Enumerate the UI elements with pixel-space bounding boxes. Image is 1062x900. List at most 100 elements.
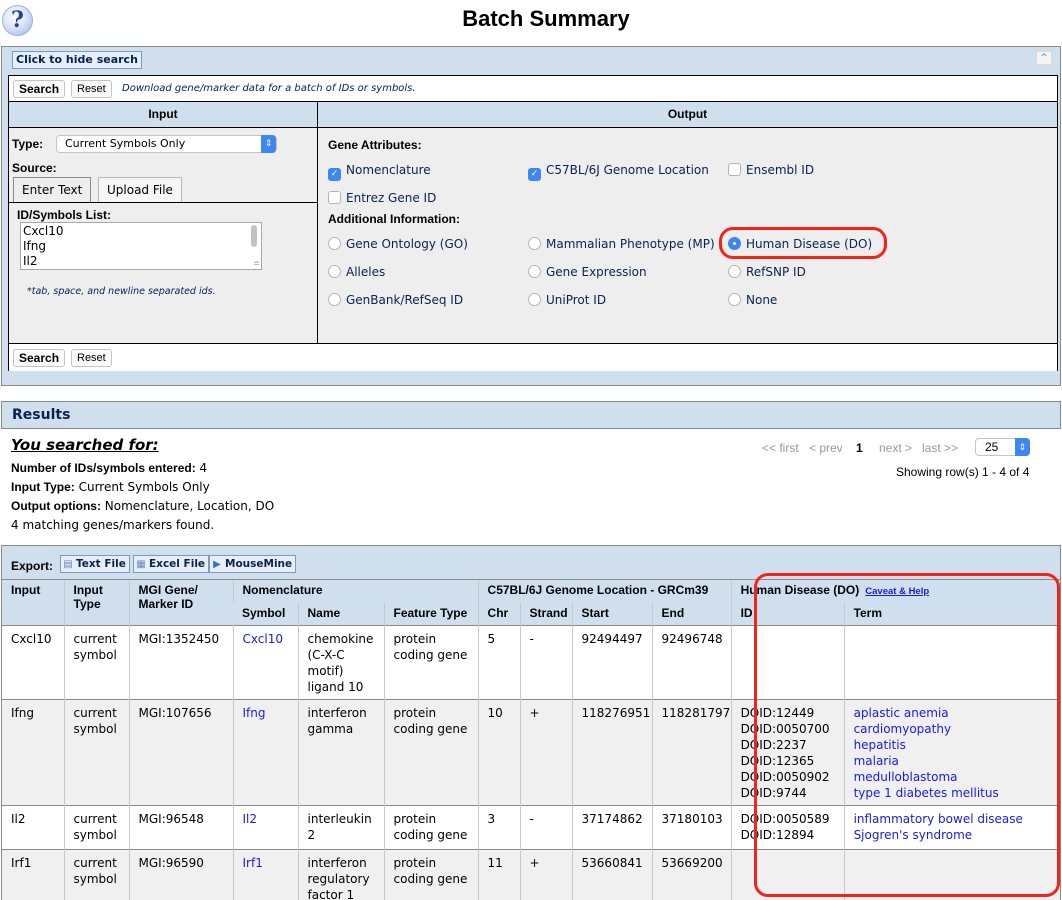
col-strand[interactable]: Strand <box>519 602 573 626</box>
cell-chr: 11 <box>477 849 521 900</box>
export-text-file-button[interactable]: ▤ Text File <box>60 555 130 573</box>
form-description: Download gene/marker data for a batch of… <box>122 83 416 94</box>
select-arrows-icon: ⇕ <box>261 135 276 153</box>
export-mousemine-button[interactable]: ▶ MouseMine <box>209 555 297 573</box>
col-name[interactable]: Name <box>297 602 384 626</box>
option-label: Gene Expression <box>546 265 647 279</box>
summary-value: Nomenclature, Location, DO <box>100 499 275 513</box>
pager-prev[interactable]: < prev <box>809 441 843 455</box>
query-form: Search Reset Download gene/marker data f… <box>8 75 1058 371</box>
text-file-icon: ▤ <box>63 559 73 570</box>
col-chr[interactable]: Chr <box>477 602 521 626</box>
gene-attributes-label: Gene Attributes: <box>328 138 422 152</box>
radio-icon <box>728 265 741 278</box>
cell-end: 37180103 <box>651 805 732 850</box>
input-heading: Input <box>9 102 317 128</box>
export-excel-file-button[interactable]: ▦ Excel File <box>133 555 210 573</box>
symbol-link[interactable]: Il2 <box>243 812 258 826</box>
page-size-select[interactable]: 25 ⇕ <box>975 438 1030 456</box>
cell-start: 118276951 <box>571 699 653 806</box>
radio-uniprot-id[interactable]: UniProt ID <box>528 293 606 307</box>
radio-gene-ontology[interactable]: Gene Ontology (GO) <box>328 237 468 251</box>
cell-start: 37174862 <box>571 805 653 850</box>
excel-file-icon: ▦ <box>136 559 146 570</box>
cell-strand: - <box>519 625 573 700</box>
type-label: Type: <box>12 137 44 151</box>
option-label: Entrez Gene ID <box>346 191 437 205</box>
cell-mgi-id: MGI:107656 <box>128 699 233 806</box>
option-label: Gene Ontology (GO) <box>346 237 468 251</box>
query-footer: Search Reset <box>9 343 1057 371</box>
page-title: Batch Summary <box>462 6 630 31</box>
symbol-link[interactable]: Cxcl10 <box>243 632 283 646</box>
summary-output-options: Output options: Nomenclature, Location, … <box>11 499 274 513</box>
checkbox-checked-icon: ✓ <box>328 168 341 181</box>
input-column: Type: Current Symbols Only ⇕ Source: Ent… <box>9 128 317 343</box>
cell-name: interferon regulatory factor 1 <box>297 849 384 900</box>
radio-icon <box>328 237 341 250</box>
radio-icon <box>528 293 541 306</box>
radio-none[interactable]: None <box>728 293 777 307</box>
source-label: Source: <box>12 161 57 175</box>
col-feature-type[interactable]: Feature Type <box>383 602 479 626</box>
collapse-chevron-up-icon[interactable]: ^ <box>1036 51 1052 65</box>
col-symbol[interactable]: Symbol <box>233 602 298 626</box>
cell-symbol: Il2 <box>232 805 298 850</box>
resize-grip-icon[interactable]: ≏ <box>253 260 260 268</box>
radio-mammalian-phenotype[interactable]: Mammalian Phenotype (MP) <box>528 237 715 251</box>
checkbox-ensembl-id[interactable]: Ensembl ID <box>728 163 814 177</box>
cell-strand: + <box>519 849 573 900</box>
highlight-callout-disease-column <box>754 573 1060 897</box>
additional-info-label: Additional Information: <box>328 212 460 226</box>
cell-symbol: Cxcl10 <box>232 625 298 700</box>
radio-refsnp-id[interactable]: RefSNP ID <box>728 265 806 279</box>
id-symbols-textarea[interactable]: Cxcl10 Ifng Il2 ≏ <box>20 222 262 270</box>
symbol-link[interactable]: Irf1 <box>243 856 263 870</box>
radio-icon <box>728 293 741 306</box>
option-label: Ensembl ID <box>746 163 815 177</box>
cell-end: 118281797 <box>651 699 732 806</box>
search-button[interactable]: Search <box>13 80 66 98</box>
col-start[interactable]: Start <box>571 602 653 626</box>
checkbox-checked-icon: ✓ <box>528 168 541 181</box>
reset-button-bottom[interactable]: Reset <box>71 349 112 367</box>
radio-alleles[interactable]: Alleles <box>328 265 385 279</box>
cell-chr: 3 <box>477 805 521 850</box>
option-label: C57BL/6J Genome Location <box>546 163 709 177</box>
type-select[interactable]: Current Symbols Only ⇕ <box>56 135 277 153</box>
search-button-bottom[interactable]: Search <box>13 349 66 367</box>
checkbox-unchecked-icon <box>728 163 741 176</box>
checkbox-nomenclature[interactable]: ✓ Nomenclature <box>328 163 431 181</box>
reset-button[interactable]: Reset <box>71 80 112 98</box>
symbol-link[interactable]: Ifng <box>243 706 266 720</box>
textarea-scrollbar[interactable] <box>251 225 257 247</box>
cell-input-type: current symbol <box>63 625 129 700</box>
cell-mgi-id: MGI:1352450 <box>128 625 233 700</box>
summary-matches: 4 matching genes/markers found. <box>11 518 214 532</box>
id-list-hint: *tab, space, and newline separated ids. <box>27 286 216 297</box>
pager-next[interactable]: next > <box>879 441 912 455</box>
id-list-label: ID/Symbols List: <box>17 208 112 222</box>
group-genome-location: C57BL/6J Genome Location - GRCm39 <box>477 579 732 603</box>
option-label: UniProt ID <box>546 293 607 307</box>
export-button-label: MouseMine <box>225 558 293 570</box>
col-mgi-id[interactable]: MGI Gene/ Marker ID <box>128 579 233 626</box>
cell-feature-type: protein coding gene <box>383 699 479 806</box>
radio-gene-expression[interactable]: Gene Expression <box>528 265 647 279</box>
pager-first[interactable]: << first <box>762 441 799 455</box>
col-input[interactable]: Input <box>2 579 64 626</box>
checkbox-entrez-gene-id[interactable]: Entrez Gene ID <box>328 191 436 205</box>
hide-search-button[interactable]: Click to hide search <box>12 51 142 69</box>
checkbox-genome-location[interactable]: ✓ C57BL/6J Genome Location <box>528 163 709 181</box>
col-end[interactable]: End <box>651 602 732 626</box>
cell-input: Irf1 <box>2 849 64 900</box>
tab-upload-file[interactable]: Upload File <box>98 177 182 203</box>
radio-genbank-refseq-id[interactable]: GenBank/RefSeq ID <box>328 293 463 307</box>
col-input-type[interactable]: Input Type <box>63 579 129 626</box>
pager-current-page: 1 <box>856 441 863 455</box>
tab-enter-text[interactable]: Enter Text <box>13 177 92 203</box>
query-toolbar: Search Reset Download gene/marker data f… <box>9 76 1057 102</box>
pager-last[interactable]: last >> <box>922 441 958 455</box>
option-label: Alleles <box>346 265 386 279</box>
cell-chr: 5 <box>477 625 521 700</box>
